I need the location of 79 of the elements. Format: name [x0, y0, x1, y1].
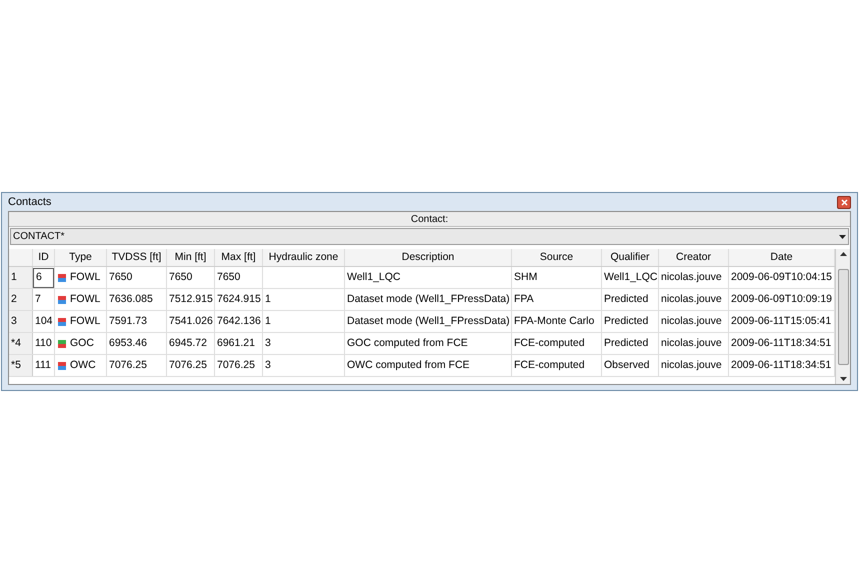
- table-cell-text: GOC: [70, 336, 94, 351]
- table-cell-text: FOWL: [70, 270, 100, 285]
- table-cell-text: 2009-06-11T18:34:51: [731, 336, 832, 351]
- column-header[interactable]: TVDSS [ft]: [107, 249, 167, 266]
- table-cell-text: 7591.73: [109, 314, 147, 329]
- table-cell-text: 2009-06-11T15:05:41: [731, 314, 832, 329]
- table-cell-text: FCE-computed: [514, 358, 585, 373]
- window-title: Contacts: [8, 194, 52, 210]
- column-header[interactable]: Creator: [659, 249, 729, 266]
- table-cell-text: 6945.72: [169, 336, 207, 351]
- table-cell-text: 3: [265, 358, 271, 373]
- scrollbar[interactable]: [835, 249, 850, 384]
- column-header[interactable]: Min [ft]: [167, 249, 215, 266]
- row-header[interactable]: 3: [9, 311, 33, 332]
- column-header[interactable]: Description: [345, 249, 512, 266]
- table-cell-text: OWC: [70, 358, 96, 373]
- table-cell-text: 104: [34, 314, 54, 329]
- row-header[interactable]: 2: [9, 289, 33, 310]
- row-header[interactable]: *4: [9, 333, 33, 354]
- table-cell-text: 3: [265, 336, 271, 351]
- contact-header: Contact:: [9, 212, 850, 227]
- table-cell-text: 7650: [169, 270, 192, 285]
- table-cell-text: FPA: [514, 292, 534, 307]
- table-cell-text: 7650: [109, 270, 132, 285]
- table-cell-text: 7076.25: [169, 358, 207, 373]
- table-cell-text: 6953.46: [109, 336, 147, 351]
- scroll-down-icon: [840, 377, 846, 381]
- column-header[interactable]: Qualifier: [602, 249, 659, 266]
- column-header[interactable]: ID: [33, 249, 55, 266]
- contact-select[interactable]: CONTACT*: [10, 228, 849, 245]
- table-cell-text: Well1_LQC: [604, 270, 658, 285]
- table-cell-text: nicolas.jouve: [661, 336, 722, 351]
- table-cell-text: Well1_LQC: [347, 270, 400, 285]
- table-cell-text: 7076.25: [217, 358, 255, 373]
- column-header[interactable]: Max [ft]: [215, 249, 263, 266]
- table-cell-text: 7650: [217, 270, 240, 285]
- table-cell-text: nicolas.jouve: [661, 292, 722, 307]
- table-cell-text: 2009-06-11T18:34:51: [731, 358, 832, 373]
- table-cell-text: OWC computed from FCE: [347, 358, 470, 373]
- table-cell-text: 1: [265, 292, 271, 307]
- table-cell-text: nicolas.jouve: [661, 358, 722, 373]
- scroll-thumb[interactable]: [838, 268, 848, 364]
- close-button[interactable]: [837, 196, 851, 208]
- dropdown-arrow-icon: [839, 234, 846, 238]
- table-cell-text: 7642.136: [217, 314, 261, 329]
- table-cell-text: 7541.026: [169, 314, 213, 329]
- table-cell-text: 7636.085: [109, 292, 153, 307]
- table-cell-text: Predicted: [604, 314, 648, 329]
- table-cell-text: Dataset mode (Well1_FPressData): [347, 292, 510, 307]
- table-cell-text: GOC computed from FCE: [347, 336, 468, 351]
- column-header[interactable]: Source: [512, 249, 602, 266]
- table-cell-text: Predicted: [604, 292, 648, 307]
- table-cell-text: nicolas.jouve: [661, 314, 722, 329]
- table-cell-text: 2009-06-09T10:04:15: [731, 270, 832, 285]
- table-cell-text: FPA-Monte Carlo: [514, 314, 594, 329]
- row-header[interactable]: 1: [9, 267, 33, 288]
- table-cell-text: 2009-06-09T10:09:19: [731, 292, 832, 307]
- table-cell-text: 111: [34, 358, 52, 373]
- table-cell-text: FOWL: [70, 292, 100, 307]
- table-cell-text: 7624.915: [217, 292, 261, 307]
- table-cell-text: SHM: [514, 270, 538, 285]
- table-cell-text: 6961.21: [217, 336, 255, 351]
- row-header[interactable]: *5: [9, 355, 33, 376]
- table-cell-text: 110: [34, 336, 53, 351]
- table-cell-text: 7076.25: [109, 358, 147, 373]
- table-cell-text: FCE-computed: [514, 336, 585, 351]
- table-cell-text: nicolas.jouve: [661, 270, 722, 285]
- table-cell-text: 1: [265, 314, 271, 329]
- table-cell-text: Dataset mode (Well1_FPressData): [347, 314, 510, 329]
- table-cell-text: Observed: [604, 358, 650, 373]
- table-cell-text: FOWL: [70, 314, 100, 329]
- scroll-up-icon: [840, 252, 846, 256]
- column-header[interactable]: Type: [55, 249, 107, 266]
- table-cell-text: Predicted: [604, 336, 648, 351]
- table-cell-text: 7: [34, 292, 42, 307]
- column-header[interactable]: Hydraulic zone: [263, 249, 345, 266]
- close-icon: [840, 198, 848, 206]
- table-cell-text: 7512.915: [169, 292, 213, 307]
- table-cell: 6: [33, 268, 54, 288]
